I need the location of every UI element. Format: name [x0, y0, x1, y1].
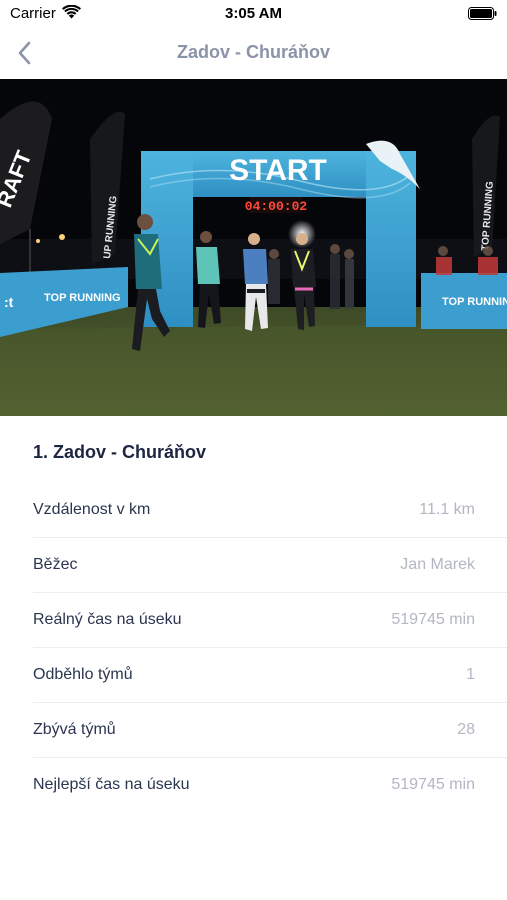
- teams-finished-label: Odběhlo týmů: [33, 666, 133, 683]
- page-title: Zadov - Churáňov: [176, 42, 330, 62]
- list-item: Odběhlo týmů 1: [33, 648, 507, 703]
- svg-text::t: :t: [4, 294, 14, 310]
- status-time: 3:05 AM: [225, 5, 282, 22]
- teams-remaining-label: Zbývá týmů: [33, 721, 116, 738]
- race-start-photo: RAFT UP RUNNING TOP RUNNING START 04:00:…: [0, 79, 507, 416]
- list-item: Reálný čas na úseku 519745 min: [33, 593, 507, 648]
- list-item: Zbývá týmů 28: [33, 703, 507, 758]
- arch-start-text: START: [229, 154, 327, 187]
- detail-list: Vzdálenost v km 11.1 km Běžec Jan Marek …: [0, 483, 507, 813]
- banner-left-text: TOP RUNNING: [44, 292, 121, 304]
- list-item: Vzdálenost v km 11.1 km: [33, 483, 507, 538]
- real-time-value: 519745 min: [391, 611, 475, 628]
- distance-label: Vzdálenost v km: [33, 501, 151, 518]
- teams-finished-value: 1: [466, 666, 475, 683]
- list-item: Nejlepší čas na úseku 519745 min: [33, 758, 507, 813]
- hero-photo: RAFT UP RUNNING TOP RUNNING START 04:00:…: [0, 79, 507, 416]
- best-time-label: Nejlepší čas na úseku: [33, 776, 190, 793]
- section-title: 1. Zadov - Churáňov: [33, 442, 207, 462]
- distance-value: 11.1 km: [419, 501, 475, 518]
- race-clock-text: 04:00:02: [245, 199, 308, 214]
- runner-label: Běžec: [33, 556, 78, 573]
- best-time-value: 519745 min: [391, 776, 475, 793]
- navigation-bar: Zadov - Churáňov: [0, 28, 507, 78]
- banner-right-text: TOP RUNNING: [442, 296, 507, 308]
- teams-remaining-value: 28: [457, 721, 475, 738]
- real-time-label: Reálný čas na úseku: [33, 611, 182, 628]
- battery-icon: [468, 7, 497, 20]
- status-bar: Carrier 3:05 AM: [0, 0, 507, 28]
- list-item: Běžec Jan Marek: [33, 538, 507, 593]
- banner-right: TOP RUNNING: [421, 273, 507, 329]
- runner-value: Jan Marek: [400, 556, 475, 573]
